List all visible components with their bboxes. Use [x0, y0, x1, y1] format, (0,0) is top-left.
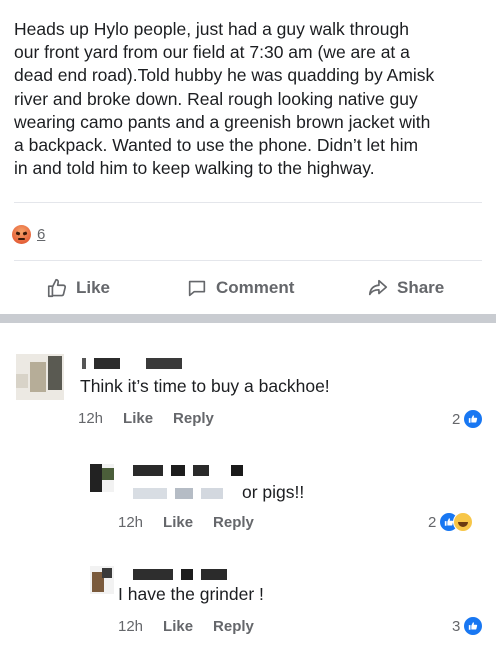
comment-text: or pigs!!: [242, 482, 305, 502]
comment-meta: 12h Like Reply: [118, 514, 254, 531]
comment-bubble-icon: [188, 280, 206, 297]
haha-icon: [453, 512, 474, 532]
avatar[interactable]: [90, 464, 114, 492]
reaction-summary[interactable]: 6: [12, 225, 45, 244]
comment-reaction-badge[interactable]: 2: [452, 409, 484, 429]
comment-reaction-badge[interactable]: 3: [452, 616, 484, 636]
share-arrow-icon: [368, 279, 388, 296]
post-text: Heads up Hylo people, just had a guy wal…: [14, 18, 484, 180]
share-button-label: Share: [397, 278, 445, 297]
comment-like-link[interactable]: Like: [123, 410, 153, 427]
comment-reaction-badge[interactable]: 2: [428, 512, 474, 532]
avatar[interactable]: [16, 354, 64, 400]
comment-reaction-count: 3: [452, 617, 461, 635]
comment-timestamp[interactable]: 12h: [118, 514, 143, 531]
comment-reply-link[interactable]: Reply: [173, 410, 214, 427]
commenter-name-blurred[interactable]: [133, 569, 227, 580]
avatar[interactable]: [90, 566, 114, 594]
comment-reaction-count: 2: [428, 513, 437, 531]
comment-text: I have the grinder !: [118, 584, 264, 604]
like-icon: [463, 409, 484, 429]
post-text-line: wearing camo pants and a greenish brown …: [14, 111, 431, 132]
commenter-name-blurred[interactable]: [133, 465, 243, 476]
comment-reaction-count: 2: [452, 410, 461, 428]
post-text-line: our front yard from our field at 7:30 am…: [14, 42, 410, 63]
reaction-count[interactable]: 6: [37, 226, 45, 243]
comment-meta: 12h Like Reply: [118, 618, 254, 635]
comment-timestamp[interactable]: 12h: [78, 410, 103, 427]
comment-like-link[interactable]: Like: [163, 618, 193, 635]
like-icon: [463, 616, 484, 636]
share-button[interactable]: Share: [367, 272, 444, 304]
post-text-line: a backpack. Wanted to use the phone. Did…: [14, 135, 419, 156]
thumbs-up-icon: [47, 278, 67, 298]
post-text-line: Heads up Hylo people, just had a guy wal…: [14, 19, 409, 39]
commenter-name-blurred[interactable]: [82, 358, 182, 369]
comment-text: Think it’s time to buy a backhoe!: [80, 376, 330, 396]
comment-reply-link[interactable]: Reply: [213, 618, 254, 635]
angry-icon: [12, 225, 31, 244]
section-separator: [0, 314, 496, 323]
comment-timestamp[interactable]: 12h: [118, 618, 143, 635]
like-button[interactable]: Like: [46, 272, 110, 304]
divider: [14, 202, 482, 203]
comment-text-blurred: [133, 488, 223, 499]
comment-button[interactable]: Comment: [186, 272, 294, 304]
like-button-label: Like: [76, 278, 111, 297]
post-text-line: in and told him to keep walking to the h…: [14, 158, 375, 179]
comment-meta: 12h Like Reply: [78, 410, 214, 427]
post-action-bar: Like Comment Share: [0, 272, 496, 304]
divider: [14, 260, 482, 261]
comment-reply-link[interactable]: Reply: [213, 514, 254, 531]
post-text-line: river and broke down. Real rough looking…: [14, 88, 418, 109]
comment-like-link[interactable]: Like: [163, 514, 193, 531]
post-text-line: dead end road).Told hubby he was quaddin…: [14, 65, 435, 86]
comment-button-label: Comment: [216, 278, 295, 297]
